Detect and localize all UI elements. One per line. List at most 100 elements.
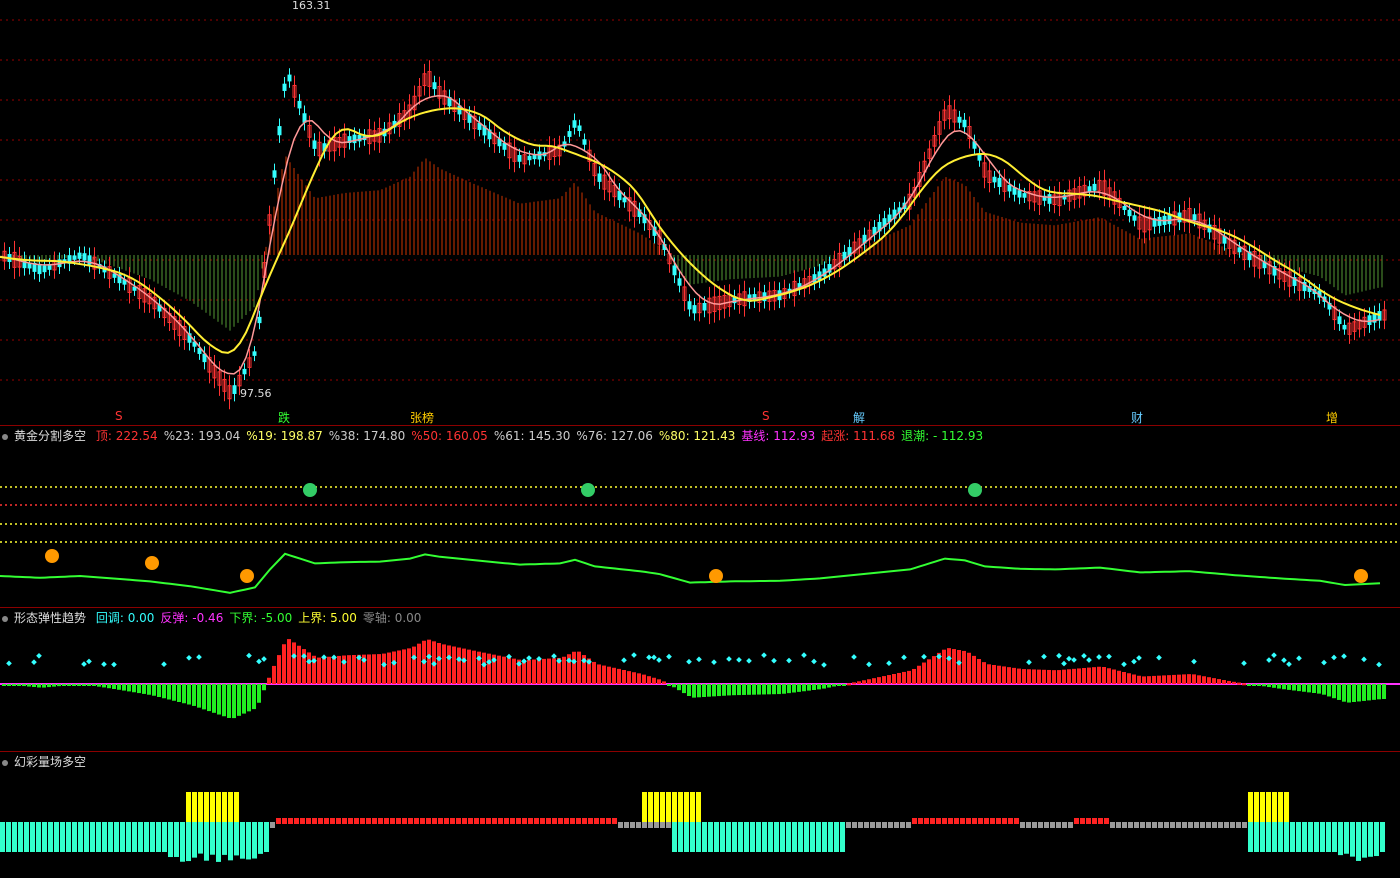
trend-bar bbox=[472, 650, 476, 684]
volume-bar bbox=[210, 822, 215, 855]
volume-bar bbox=[1140, 822, 1145, 828]
trend-bar bbox=[737, 684, 741, 696]
trend-bar bbox=[1347, 684, 1351, 703]
volume-bar bbox=[336, 818, 341, 824]
trend-bar bbox=[1267, 684, 1271, 688]
trend-bar bbox=[192, 684, 196, 706]
trend-bar bbox=[827, 684, 831, 688]
candlestick-chart[interactable] bbox=[0, 0, 1400, 425]
volume-bar bbox=[780, 822, 785, 852]
trend-bar bbox=[197, 684, 201, 708]
volume-field-pane[interactable]: 幻彩量场多空 bbox=[0, 752, 1400, 878]
trend-bar bbox=[377, 654, 381, 684]
trend-bar bbox=[117, 684, 121, 690]
volume-bar bbox=[120, 822, 125, 852]
trend-bar bbox=[677, 684, 681, 691]
volume-bar bbox=[1008, 818, 1013, 824]
volume-bar bbox=[768, 822, 773, 852]
trend-bar bbox=[187, 684, 191, 705]
rebound-dot bbox=[1286, 661, 1292, 667]
indicator-dot-icon[interactable] bbox=[2, 615, 8, 622]
bear-signal-icon bbox=[303, 483, 317, 497]
volume-field-chart[interactable] bbox=[0, 752, 1400, 878]
volume-bar bbox=[216, 792, 221, 822]
rebound-dot bbox=[921, 653, 927, 660]
volume-bar bbox=[690, 822, 695, 852]
trend-bar bbox=[1187, 674, 1191, 684]
event-tag[interactable]: S bbox=[762, 409, 770, 423]
volume-bar bbox=[258, 822, 263, 854]
trend-bar bbox=[467, 649, 471, 684]
trend-bar bbox=[417, 643, 421, 684]
golden-ratio-chart[interactable] bbox=[0, 426, 1400, 607]
event-tag[interactable]: 跌 bbox=[278, 409, 290, 426]
trend-bar bbox=[457, 647, 461, 684]
event-tag[interactable]: 财 bbox=[1131, 409, 1143, 426]
volume-bar bbox=[540, 818, 545, 824]
event-tag[interactable]: 增 bbox=[1326, 409, 1338, 426]
volume-bar bbox=[948, 818, 953, 824]
elastic-trend-pane[interactable]: 形态弹性趋势 回调: 0.00 反弹: -0.46 下界: -5.00 上界: 5.0… bbox=[0, 608, 1400, 751]
trend-bar bbox=[482, 652, 486, 684]
volume-bar bbox=[180, 822, 185, 862]
volume-bar bbox=[78, 822, 83, 852]
rebound-dot bbox=[726, 656, 732, 662]
trend-bar bbox=[42, 684, 46, 688]
price-chart-pane[interactable]: 163.31 97.56 S 跌 张榜 S 解 财 增 bbox=[0, 0, 1400, 425]
rebound-dot bbox=[101, 661, 107, 668]
trend-bar bbox=[822, 684, 826, 689]
volume-bar bbox=[522, 818, 527, 824]
volume-bar bbox=[1104, 818, 1109, 824]
trend-bar bbox=[682, 684, 686, 694]
volume-bar bbox=[36, 822, 41, 852]
volume-bar bbox=[1074, 818, 1079, 824]
trend-bar bbox=[72, 684, 76, 686]
trend-bar bbox=[1032, 669, 1036, 684]
trend-bar bbox=[437, 643, 441, 684]
volume-bar bbox=[732, 822, 737, 852]
volume-bar bbox=[186, 792, 191, 822]
volume-bar bbox=[450, 818, 455, 824]
event-tag[interactable]: 张榜 bbox=[410, 409, 434, 426]
event-tag[interactable]: 解 bbox=[853, 409, 865, 426]
candle-body bbox=[597, 173, 602, 182]
volume-bar bbox=[90, 822, 95, 852]
indicator-value: 基线: 112.93 bbox=[741, 429, 816, 443]
trend-bar bbox=[242, 684, 246, 714]
trend-bar bbox=[867, 679, 871, 684]
volume-bar bbox=[300, 818, 305, 824]
volume-bar bbox=[1296, 822, 1301, 852]
trend-bar bbox=[1282, 684, 1286, 690]
candle-body bbox=[517, 155, 522, 162]
trend-bar bbox=[852, 682, 856, 685]
trend-bar bbox=[672, 684, 676, 688]
elastic-trend-chart[interactable] bbox=[0, 608, 1400, 751]
event-tag[interactable]: S bbox=[115, 409, 123, 423]
volume-bar bbox=[756, 822, 761, 852]
trend-bar bbox=[97, 684, 101, 687]
rebound-dot bbox=[646, 654, 652, 661]
trend-bar bbox=[722, 684, 726, 696]
golden-ratio-pane[interactable]: 黄金分割多空 顶: 222.54 %23: 193.04 %19: 198.87 %3… bbox=[0, 426, 1400, 607]
indicator-dot-icon[interactable] bbox=[2, 759, 8, 766]
volume-bar bbox=[696, 822, 701, 852]
rebound-dot bbox=[1121, 661, 1127, 668]
trend-bar bbox=[632, 672, 636, 684]
trend-bar bbox=[7, 684, 11, 686]
volume-bar bbox=[1200, 822, 1205, 828]
volume-bar bbox=[84, 822, 89, 852]
candle-body bbox=[572, 120, 577, 128]
trend-bar bbox=[857, 681, 861, 684]
volume-bar bbox=[912, 818, 917, 824]
volume-bar bbox=[1302, 822, 1307, 852]
volume-bar bbox=[738, 822, 743, 852]
candle-body bbox=[1007, 184, 1012, 192]
volume-bar bbox=[204, 822, 209, 861]
rebound-dot bbox=[1271, 652, 1277, 658]
trend-bar bbox=[612, 667, 616, 684]
rebound-dot bbox=[1106, 653, 1112, 660]
volume-bar bbox=[1260, 792, 1265, 822]
indicator-dot-icon[interactable] bbox=[2, 433, 8, 440]
volume-bar bbox=[1308, 822, 1313, 852]
volume-bar bbox=[1110, 822, 1115, 828]
